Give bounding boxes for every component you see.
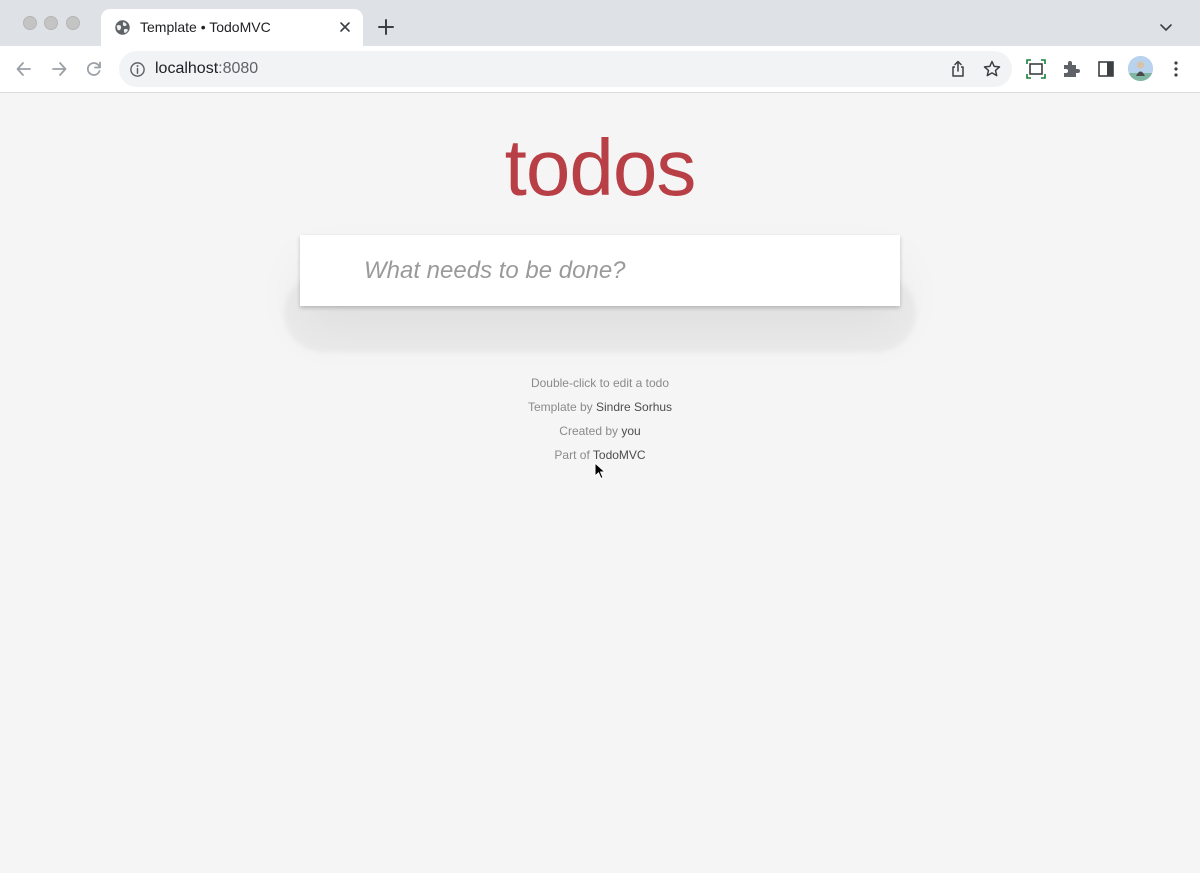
window-maximize-button[interactable] [66,16,80,30]
app-title: todos [504,123,697,212]
close-icon[interactable] [337,19,353,35]
browser-toolbar: localhost:8080 [0,46,1200,93]
kebab-menu-icon[interactable] [1166,59,1186,79]
url-port: :8080 [218,60,259,77]
forward-arrow-icon[interactable] [49,59,69,79]
template-credit: Template by Sindre Sorhus [0,400,1200,424]
avatar[interactable] [1128,56,1153,81]
sindre-sorhus-link[interactable]: Sindre Sorhus [596,400,672,414]
template-credit-prefix: Template by [527,400,596,414]
screen-capture-icon[interactable] [1025,58,1047,80]
avatar-image [1128,56,1153,81]
you-link[interactable]: you [621,424,640,438]
plus-icon[interactable] [376,17,396,37]
puzzle-icon[interactable] [1060,58,1082,80]
info-icon[interactable] [129,61,146,78]
new-todo-input[interactable] [300,235,900,306]
side-panel-icon[interactable] [1095,58,1117,80]
browser-window: Template • TodoMVC localhost:8080 todos … [0,0,1200,873]
chevron-down-icon[interactable] [1158,19,1174,35]
edit-hint: Double-click to edit a todo [530,376,670,390]
info-footer: Double-click to edit a todo Template by … [0,376,1200,472]
browser-tab[interactable]: Template • TodoMVC [101,9,363,46]
created-credit-prefix: Created by [559,424,622,438]
todo-app-card [300,235,900,306]
url-text[interactable]: localhost:8080 [155,60,258,78]
tab-strip: Template • TodoMVC [0,0,1200,46]
mouse-cursor-icon [594,462,607,480]
share-icon[interactable] [948,59,968,79]
address-bar[interactable]: localhost:8080 [119,51,1012,87]
window-close-button[interactable] [23,16,37,30]
part-of-prefix: Part of [554,448,593,462]
globe-icon [115,20,130,35]
back-arrow-icon[interactable] [14,59,34,79]
star-icon[interactable] [982,59,1002,79]
tab-title: Template • TodoMVC [140,19,271,35]
window-minimize-button[interactable] [44,16,58,30]
url-host: localhost [155,60,219,77]
todomvc-link[interactable]: TodoMVC [593,448,646,462]
created-credit: Created by you [0,424,1200,448]
page-content: todos Double-click to edit a todo Templa… [0,94,1200,873]
reload-icon[interactable] [84,59,104,79]
